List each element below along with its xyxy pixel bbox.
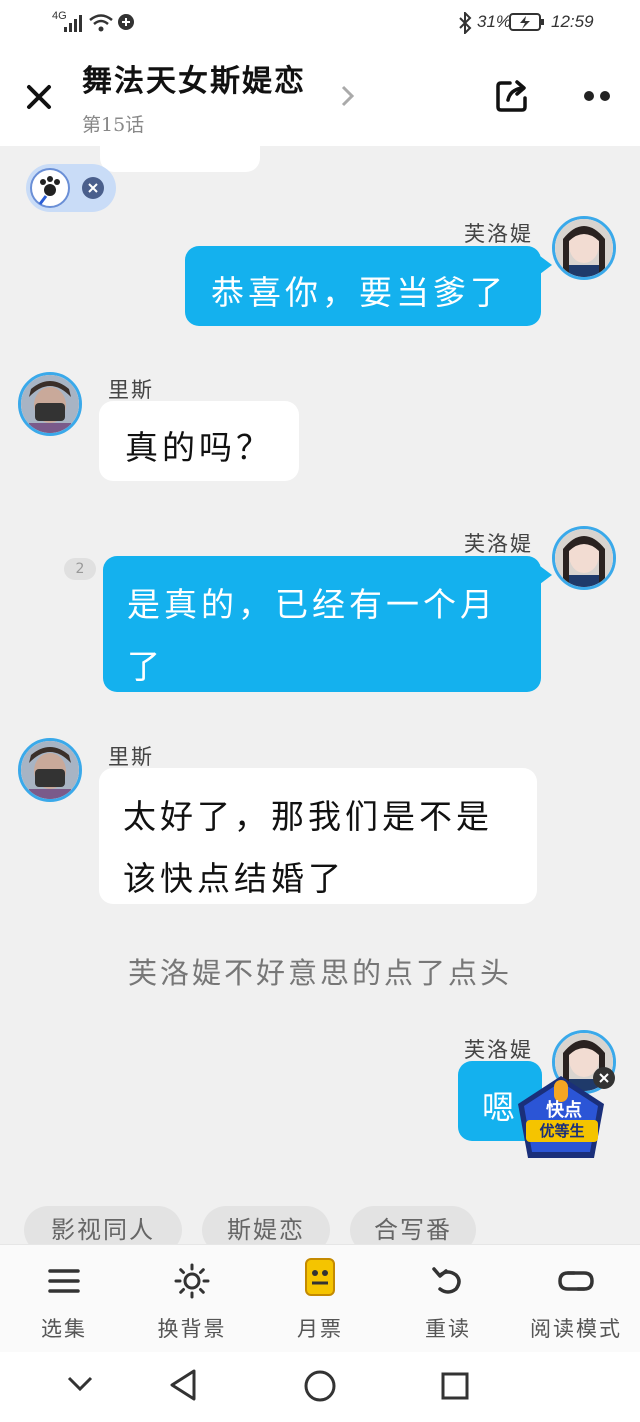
data-saver-icon <box>118 14 134 30</box>
bottom-toolbar: 选集 换背景 月票 重读 阅读模式 <box>0 1244 640 1353</box>
loop-icon <box>558 1271 594 1291</box>
dismiss-icon[interactable] <box>82 177 104 199</box>
message-line: 该快点结婚了 <box>123 859 345 898</box>
toolbar-label: 选集 <box>41 1317 87 1341</box>
story-title[interactable]: 舞法天女斯媞恋 <box>82 56 306 100</box>
share-icon[interactable] <box>494 78 530 114</box>
bluetooth-icon <box>459 12 472 34</box>
speaker-name: 芙洛媞 <box>464 532 533 556</box>
toolbar-label: 月票 <box>297 1317 343 1341</box>
home-icon[interactable] <box>303 1369 337 1403</box>
message-line: 了 <box>127 647 164 686</box>
promo-line-1: 快点 <box>546 1100 582 1121</box>
episodes-button[interactable]: 选集 <box>0 1245 128 1353</box>
toolbar-label: 重读 <box>425 1317 471 1341</box>
message-line: 是真的，已经有一个月 <box>127 585 497 624</box>
menu-icon <box>48 1269 80 1293</box>
undo-icon <box>432 1267 461 1294</box>
paw-icon <box>38 176 60 205</box>
narration-text: 芙洛媞不好意思的点了点头 <box>127 956 512 990</box>
speaker-name: 芙洛媞 <box>464 222 533 246</box>
battery-percent: 31% <box>477 12 512 31</box>
close-icon[interactable] <box>26 84 52 110</box>
change-background-button[interactable]: 换背景 <box>128 1245 256 1353</box>
reread-button[interactable]: 重读 <box>384 1245 512 1353</box>
comment-count-badge[interactable]: 2 <box>64 558 96 580</box>
toolbar-label: 换背景 <box>157 1317 227 1341</box>
message-line: 太好了，那我们是不是 <box>123 797 493 836</box>
wifi-icon <box>89 14 113 32</box>
chevron-right-icon[interactable] <box>340 84 356 108</box>
status-bar: 4G 31% 12:59 <box>0 0 640 44</box>
previous-message-bubble <box>100 146 260 172</box>
avatar[interactable] <box>552 216 616 280</box>
more-options-icon[interactable] <box>582 88 612 104</box>
bubble-tail <box>540 566 552 584</box>
voice-avatar <box>30 168 70 208</box>
speaker-name: 里斯 <box>108 745 154 769</box>
recents-icon[interactable] <box>440 1371 470 1401</box>
avatar[interactable] <box>552 526 616 590</box>
message-bubble[interactable]: 是真的，已经有一个月 了 <box>103 556 541 692</box>
reading-mode-button[interactable]: 阅读模式 <box>512 1245 640 1353</box>
battery-icon <box>509 13 544 31</box>
bubble-tail <box>540 256 552 274</box>
message-bubble[interactable]: 恭喜你，要当爹了 <box>185 246 541 326</box>
avatar[interactable] <box>18 372 82 436</box>
message-bubble[interactable]: 真的吗？ <box>99 401 299 481</box>
chevron-down-icon[interactable] <box>66 1374 94 1394</box>
signal-icon <box>64 15 82 32</box>
speaker-name: 芙洛媞 <box>464 1038 533 1062</box>
close-promo-icon[interactable] <box>592 1066 616 1090</box>
promo-line-2: 优等生 <box>526 1120 598 1142</box>
message-bubble[interactable]: 太好了，那我们是不是 该快点结婚了 <box>99 768 537 904</box>
system-nav-bar <box>0 1352 640 1422</box>
sun-icon <box>174 1263 210 1299</box>
audio-badge[interactable] <box>26 164 116 212</box>
toolbar-label: 阅读模式 <box>530 1317 622 1341</box>
speaker-name: 里斯 <box>108 378 154 402</box>
ticket-icon <box>305 1258 335 1296</box>
back-icon[interactable] <box>168 1368 198 1402</box>
clock: 12:59 <box>551 12 594 31</box>
avatar[interactable] <box>18 738 82 802</box>
monthly-ticket-button[interactable]: 月票 <box>256 1245 384 1353</box>
chapter-label: 第15话 <box>82 114 145 136</box>
